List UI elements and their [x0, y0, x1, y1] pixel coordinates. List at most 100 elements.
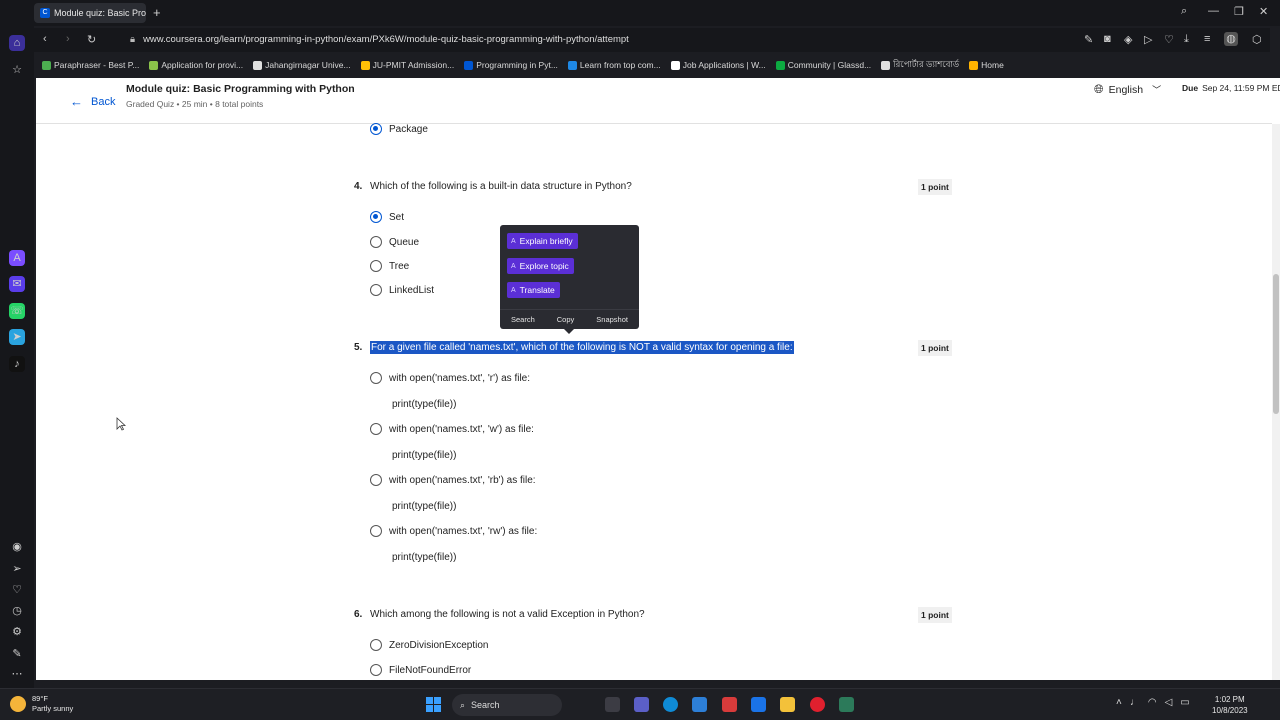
- tab-search-icon[interactable]: ⌕: [1181, 5, 1187, 18]
- microphone-icon[interactable]: ♩: [1130, 697, 1140, 708]
- download-icon[interactable]: ⤓: [1184, 33, 1189, 46]
- wifi-icon[interactable]: ◠: [1148, 697, 1157, 708]
- radio-option-tree[interactable]: Tree: [370, 260, 409, 272]
- messenger-icon[interactable]: ✉: [9, 276, 25, 292]
- opera-taskbar-icon[interactable]: [810, 697, 825, 712]
- radio-button[interactable]: [370, 372, 382, 384]
- radio-button[interactable]: [370, 639, 382, 651]
- restore-icon[interactable]: ❐: [1234, 5, 1244, 18]
- radio-button[interactable]: [370, 664, 382, 676]
- chevron-up-icon[interactable]: ˄: [1116, 697, 1122, 708]
- more-icon[interactable]: ⋯: [9, 666, 25, 682]
- radio-button[interactable]: [370, 474, 382, 486]
- radio-option-rb[interactable]: with open('names.txt', 'rb') as file:: [370, 474, 536, 486]
- bookmark-item[interactable]: Jahangirnagar Unive...: [253, 60, 351, 70]
- radio-option-r[interactable]: with open('names.txt', 'r') as file:: [370, 372, 530, 384]
- store-icon[interactable]: [692, 697, 707, 712]
- popup-copy-button[interactable]: Copy: [557, 315, 575, 324]
- reload-icon[interactable]: ↻: [87, 33, 96, 46]
- bookmark-item[interactable]: Community | Glassd...: [775, 60, 871, 70]
- bookmark-item[interactable]: Application for provi...: [149, 60, 243, 70]
- menu-lines-icon[interactable]: ≡: [1204, 33, 1210, 45]
- radio-button[interactable]: [370, 211, 382, 223]
- profile-icon[interactable]: ◍: [1224, 32, 1238, 46]
- option-code: print(type(file)): [392, 399, 457, 410]
- settings-gear-icon[interactable]: ⚙: [9, 624, 25, 640]
- radio-option-linkedlist[interactable]: LinkedList: [370, 284, 434, 296]
- home-icon[interactable]: ⌂: [9, 35, 25, 51]
- taskbar-search[interactable]: ⌕ Search: [452, 694, 562, 716]
- telegram-icon[interactable]: ➤: [9, 329, 25, 345]
- bookmark-item[interactable]: JU-PMIT Admission...: [360, 60, 454, 70]
- task-view-icon[interactable]: [605, 697, 620, 712]
- send-icon[interactable]: ➢: [9, 561, 25, 577]
- bookmark-item[interactable]: Learn from top com...: [567, 60, 661, 70]
- page-scrollbar[interactable]: [1272, 124, 1280, 680]
- radio-button[interactable]: [370, 525, 382, 537]
- radio-option-filenotfounderror[interactable]: FileNotFoundError: [370, 664, 471, 676]
- pinboard-icon[interactable]: ☆: [9, 62, 25, 78]
- teams-icon[interactable]: [634, 697, 649, 712]
- forward-nav-icon[interactable]: ›: [66, 33, 70, 45]
- bookmark-heart-icon[interactable]: ♡: [1164, 33, 1174, 46]
- radio-button[interactable]: [370, 236, 382, 248]
- bookmark-item[interactable]: Paraphraser - Best P...: [42, 60, 139, 70]
- battery-icon[interactable]: ▭: [1180, 697, 1189, 708]
- taskbar-clock[interactable]: 1:02 PM 10/8/2023: [1212, 694, 1248, 716]
- option-label: Queue: [389, 236, 420, 248]
- heart-icon[interactable]: ♡: [9, 582, 25, 598]
- radio-button[interactable]: [370, 284, 382, 296]
- dev-app-icon[interactable]: [839, 697, 854, 712]
- lock-icon: 🔒︎: [130, 34, 136, 45]
- bookmark-favicon-icon: [464, 60, 474, 70]
- close-window-icon[interactable]: ✕: [1259, 5, 1268, 18]
- minimize-icon[interactable]: —: [1208, 5, 1219, 17]
- points-badge: 1 point: [918, 607, 952, 623]
- browser-tab[interactable]: C Module quiz: Basic Progra ✕: [34, 3, 146, 23]
- option-label: Tree: [389, 260, 410, 272]
- popup-snapshot-button[interactable]: Snapshot: [596, 315, 628, 324]
- tips-icon[interactable]: ✎: [9, 646, 25, 662]
- history-icon[interactable]: ◷: [9, 603, 25, 619]
- radio-option[interactable]: Package: [370, 123, 428, 135]
- translate-button[interactable]: A Translate: [507, 282, 560, 298]
- radio-option-queue[interactable]: Queue: [370, 236, 419, 248]
- bookmark-item[interactable]: রিপোর্টার ড্যাশবোর্ড: [881, 58, 959, 72]
- aria-icon[interactable]: A: [9, 250, 25, 266]
- radio-button[interactable]: [370, 123, 382, 135]
- explore-topic-button[interactable]: A Explore topic: [507, 258, 574, 274]
- volume-icon[interactable]: ◁: [1165, 697, 1173, 708]
- player-icon[interactable]: ◉: [9, 539, 25, 555]
- radio-option-rw[interactable]: with open('names.txt', 'rw') as file:: [370, 525, 537, 537]
- explain-briefly-button[interactable]: A Explain briefly: [507, 233, 578, 249]
- bookmark-item[interactable]: Home: [969, 60, 1004, 70]
- url-field[interactable]: 🔒︎ www.coursera.org/learn/programming-in-…: [130, 32, 629, 48]
- radio-button[interactable]: [370, 260, 382, 272]
- mail-icon[interactable]: [751, 697, 766, 712]
- radio-option-w[interactable]: with open('names.txt', 'w') as file:: [370, 423, 534, 435]
- bookmark-item[interactable]: Programming in Pyt...: [464, 60, 558, 70]
- tiktok-icon[interactable]: ♪: [9, 356, 25, 372]
- shield-icon[interactable]: ◈: [1124, 33, 1132, 46]
- play-icon[interactable]: ▷: [1144, 33, 1152, 46]
- extensions-icon[interactable]: ⬡: [1252, 33, 1262, 46]
- edit-icon[interactable]: ✎: [1084, 33, 1093, 46]
- gift-app-icon[interactable]: [722, 697, 737, 712]
- radio-button[interactable]: [370, 423, 382, 435]
- camera-icon[interactable]: ◙: [1104, 33, 1111, 45]
- new-tab-plus-icon[interactable]: +: [153, 5, 161, 20]
- weather-widget[interactable]: 89°F Partly sunny: [10, 694, 73, 714]
- edge-icon[interactable]: [663, 697, 678, 712]
- quiz-page: ← Back Module quiz: Basic Programming wi…: [36, 78, 1280, 680]
- radio-option-zerodivisionexception[interactable]: ZeroDivisionException: [370, 639, 489, 651]
- back-nav-icon[interactable]: ‹: [43, 33, 47, 45]
- file-explorer-icon[interactable]: [780, 697, 795, 712]
- whatsapp-icon[interactable]: ☏: [9, 303, 25, 319]
- back-button[interactable]: ← Back: [70, 94, 115, 109]
- popup-search-button[interactable]: Search: [511, 315, 535, 324]
- bookmark-item[interactable]: Job Applications | W...: [670, 60, 766, 70]
- radio-option-set[interactable]: Set: [370, 211, 404, 223]
- windows-start-icon[interactable]: [426, 697, 441, 712]
- language-selector[interactable]: 🌐︎ English ﹀: [1094, 82, 1161, 97]
- scrollbar-thumb[interactable]: [1273, 274, 1279, 414]
